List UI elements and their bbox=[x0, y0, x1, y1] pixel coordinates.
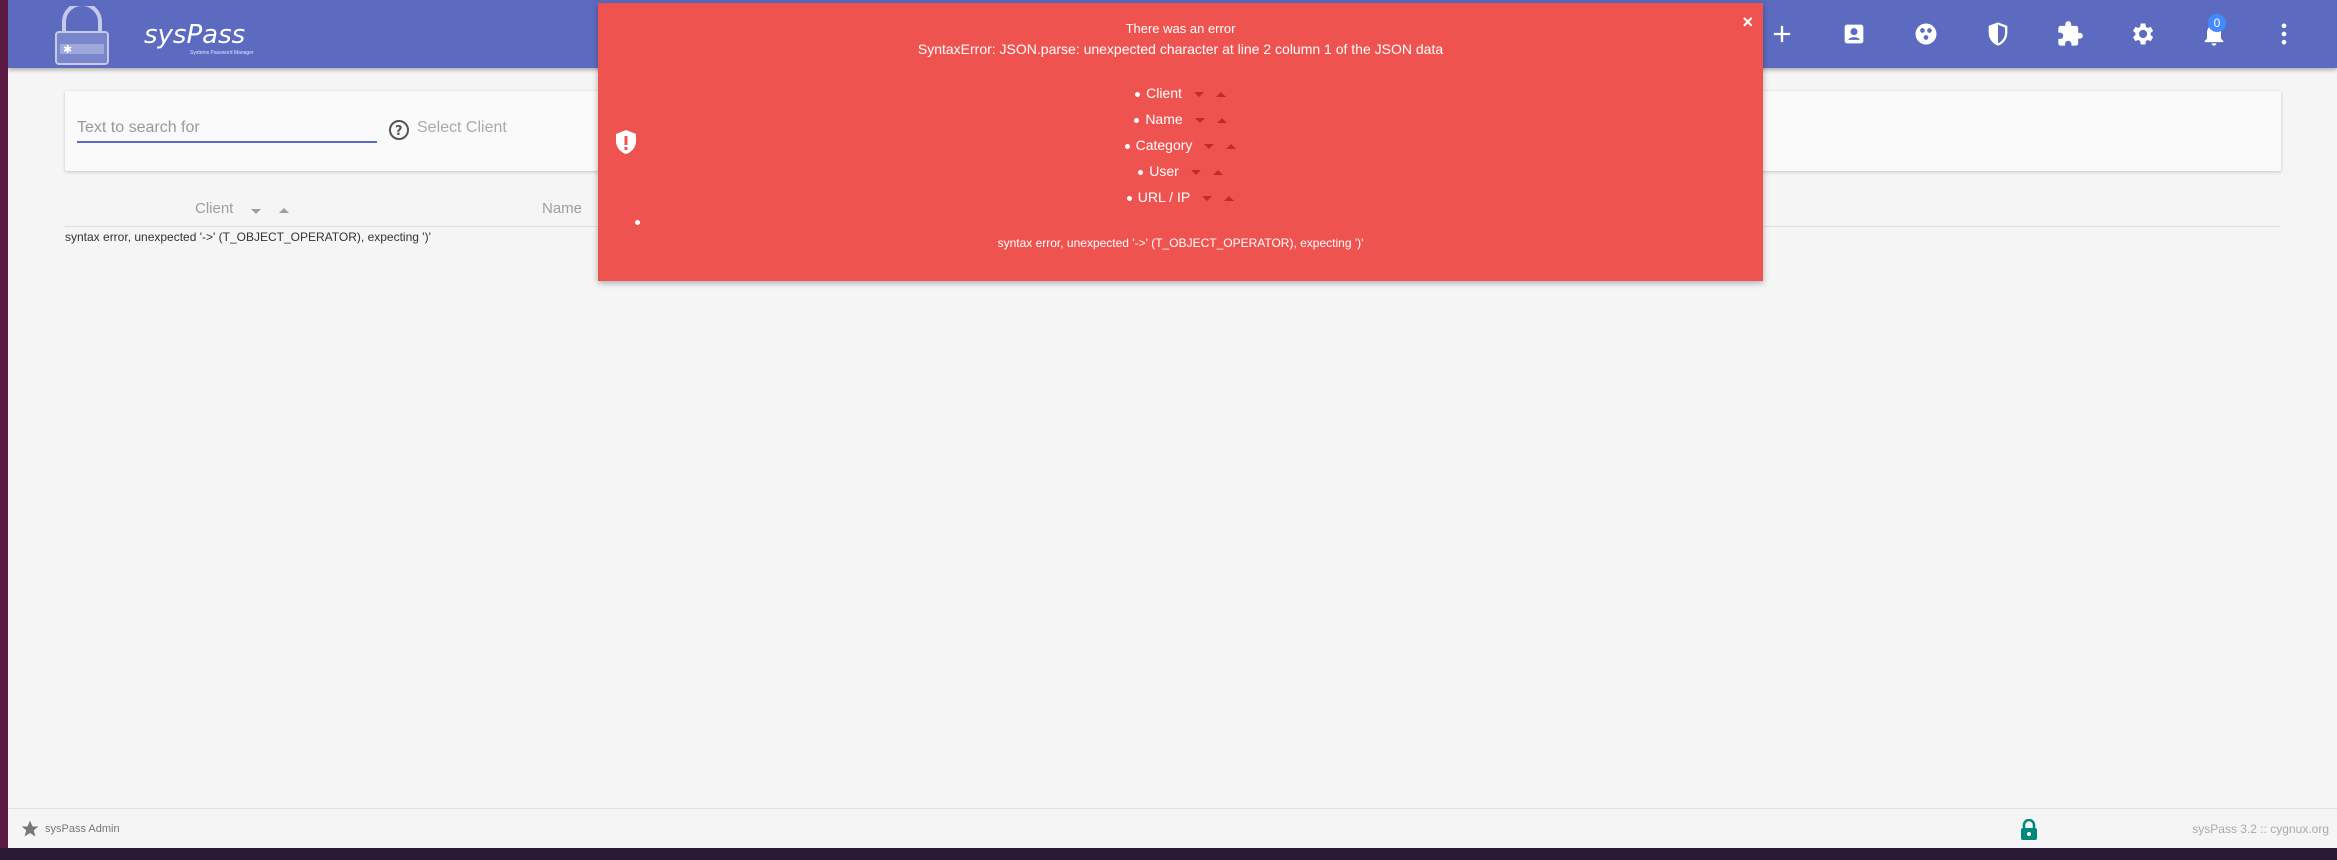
sort-desc-icon[interactable] bbox=[1193, 91, 1204, 97]
lock-icon[interactable] bbox=[2019, 818, 2039, 841]
sort-asc-icon[interactable] bbox=[1224, 195, 1235, 201]
error-message: SyntaxError: JSON.parse: unexpected char… bbox=[917, 41, 1444, 57]
star-icon[interactable] bbox=[20, 819, 40, 839]
sort-desc-icon[interactable] bbox=[251, 209, 261, 214]
groups-icon[interactable] bbox=[1912, 20, 1940, 48]
sort-asc-icon[interactable] bbox=[1212, 169, 1223, 175]
help-icon[interactable]: ? bbox=[388, 119, 410, 141]
more-vert-icon[interactable] bbox=[2270, 20, 2298, 48]
bullet bbox=[1134, 117, 1140, 123]
select-client-dropdown[interactable]: Select Client bbox=[417, 119, 507, 137]
sort-asc-icon[interactable] bbox=[1215, 91, 1226, 97]
svg-text:?: ? bbox=[395, 124, 403, 139]
bullet bbox=[1138, 169, 1144, 175]
error-notification: × There was an error SyntaxError: JSON.p… bbox=[598, 3, 1763, 281]
bullet bbox=[1126, 195, 1132, 201]
sort-asc-icon[interactable] bbox=[1216, 117, 1227, 123]
sort-item-category: Category bbox=[598, 137, 1763, 153]
error-message-text: syntax error, unexpected '->' (T_OBJECT_… bbox=[65, 230, 431, 244]
bullet bbox=[1135, 91, 1141, 97]
current-user[interactable]: sysPass Admin bbox=[45, 823, 120, 835]
padlock-logo-icon: ✱ bbox=[55, 2, 109, 65]
sort-item-name: Name bbox=[598, 111, 1763, 127]
notification-count-badge: 0 bbox=[2208, 14, 2226, 32]
bullet bbox=[1124, 143, 1130, 149]
sort-item-label: URL / IP bbox=[1137, 189, 1191, 205]
column-header-client[interactable]: Client bbox=[195, 200, 233, 217]
add-icon[interactable] bbox=[1768, 20, 1796, 48]
sort-item-label: User bbox=[1149, 163, 1179, 179]
security-shield-icon[interactable] bbox=[1984, 20, 2012, 48]
sort-desc-icon[interactable] bbox=[1194, 117, 1205, 123]
sort-item-label: Category bbox=[1135, 137, 1193, 153]
syspass-logo[interactable]: ✱ sysPass Systems Password Manager bbox=[52, 2, 254, 65]
sort-item-url: URL / IP bbox=[598, 189, 1763, 205]
extension-icon[interactable] bbox=[2056, 20, 2084, 48]
sort-item-label: Client bbox=[1146, 85, 1182, 101]
column-header-name[interactable]: Name bbox=[542, 200, 582, 217]
sort-desc-icon[interactable] bbox=[1190, 169, 1201, 175]
brand-name: sysPass bbox=[144, 20, 246, 50]
error-detail: syntax error, unexpected '->' (T_OBJECT_… bbox=[997, 236, 1364, 250]
footer: sysPass Admin sysPass 3.2 :: cygnux.org bbox=[8, 808, 2337, 848]
error-title: There was an error bbox=[1125, 21, 1236, 36]
sort-item-client: Client bbox=[598, 85, 1763, 101]
os-taskbar bbox=[0, 848, 2337, 860]
svg-text:✱: ✱ bbox=[63, 43, 72, 56]
app-version: sysPass 3.2 :: cygnux.org bbox=[2192, 822, 2329, 836]
sort-item-user: User bbox=[598, 163, 1763, 179]
sort-item-label: Name bbox=[1145, 111, 1183, 127]
app-window: ✱ sysPass Systems Password Manager 0 Tex… bbox=[8, 0, 2337, 848]
account-box-icon[interactable] bbox=[1840, 20, 1868, 48]
sort-desc-icon[interactable] bbox=[1204, 143, 1215, 149]
sort-asc-icon[interactable] bbox=[1226, 143, 1237, 149]
brand-subtitle: Systems Password Manager bbox=[190, 50, 254, 56]
search-input[interactable] bbox=[77, 115, 377, 143]
settings-gear-icon[interactable] bbox=[2128, 20, 2156, 48]
sort-asc-icon[interactable] bbox=[279, 208, 289, 213]
sort-desc-icon[interactable] bbox=[1202, 195, 1213, 201]
empty-list-bullet bbox=[635, 220, 640, 225]
